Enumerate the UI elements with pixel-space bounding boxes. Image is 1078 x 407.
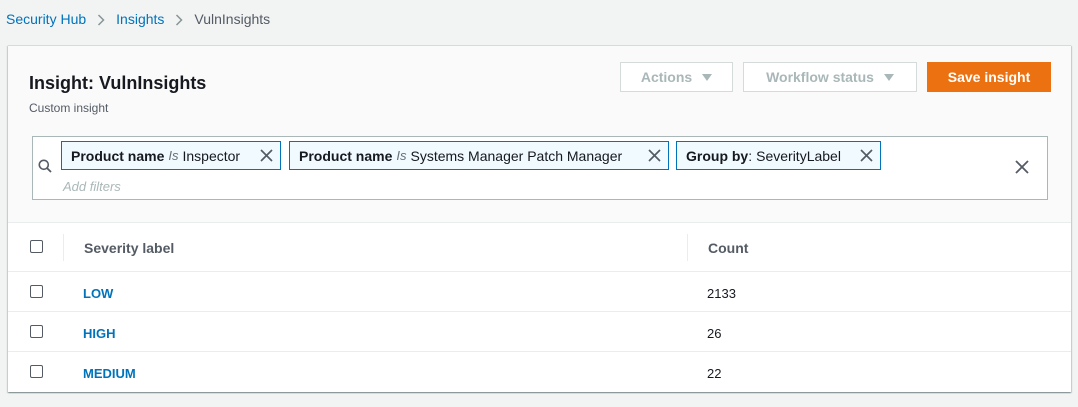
filter-token-operator: Is <box>168 148 179 163</box>
column-divider <box>687 234 688 261</box>
filter-token-value: Systems Manager Patch Manager <box>410 147 623 164</box>
filter-token-key: Product name <box>299 147 393 164</box>
filter-token-product-inspector: Product name Is Inspector <box>61 141 281 170</box>
filter-token-key: Group by <box>686 147 749 164</box>
actions-button-label: Actions <box>640 69 693 85</box>
severity-link[interactable]: MEDIUM <box>83 366 136 381</box>
table-row: LOW 2133 <box>8 272 1071 312</box>
filter-token-value: Inspector <box>182 147 241 164</box>
select-all-checkbox[interactable] <box>30 240 43 253</box>
filter-token-key: Product name <box>71 147 165 164</box>
column-header-severity[interactable]: Severity label <box>84 240 174 256</box>
chevron-right-icon <box>164 11 194 27</box>
caret-down-icon <box>702 69 713 85</box>
remove-filter-icon[interactable] <box>648 149 661 165</box>
results-table: Severity label Count LOW 2133 HIGH 26 ME… <box>8 223 1071 392</box>
row-checkbox[interactable] <box>30 325 43 338</box>
filter-token-value: SeverityLabel <box>756 147 841 164</box>
row-count: 26 <box>707 326 722 341</box>
search-icon <box>38 159 52 178</box>
workflow-status-button-label: Workflow status <box>766 69 874 85</box>
filter-token-operator: : <box>748 147 753 164</box>
row-checkbox[interactable] <box>30 285 43 298</box>
caret-down-icon <box>883 69 894 85</box>
column-divider <box>63 234 64 261</box>
remove-filter-icon[interactable] <box>860 149 873 165</box>
table-row: MEDIUM 22 <box>8 352 1071 392</box>
row-count: 2133 <box>707 286 736 301</box>
actions-button[interactable]: Actions <box>620 62 733 92</box>
chevron-right-icon <box>86 11 116 27</box>
breadcrumb-current: VulnInsights <box>194 11 271 27</box>
filter-token-product-patch-manager: Product name Is Systems Manager Patch Ma… <box>289 141 669 170</box>
breadcrumb-security-hub[interactable]: Security Hub <box>6 11 86 27</box>
save-insight-button-label: Save insight <box>947 69 1031 85</box>
page-subtitle: Custom insight <box>29 101 109 115</box>
workflow-status-button[interactable]: Workflow status <box>743 62 917 92</box>
column-header-count[interactable]: Count <box>708 240 748 256</box>
row-count: 22 <box>707 366 722 381</box>
clear-filters-icon[interactable] <box>1015 160 1029 179</box>
panel-header: Insight: VulnInsights Custom insight Act… <box>8 46 1071 223</box>
table-row: HIGH 26 <box>8 312 1071 352</box>
filter-bar[interactable]: Product name Is Inspector Product name I… <box>32 136 1048 200</box>
table-header: Severity label Count <box>8 223 1071 272</box>
breadcrumb: Security Hub Insights VulnInsights <box>6 0 270 38</box>
severity-link[interactable]: HIGH <box>83 326 116 341</box>
severity-link[interactable]: LOW <box>83 286 113 301</box>
page-title: Insight: VulnInsights <box>29 73 207 93</box>
insight-panel: Insight: VulnInsights Custom insight Act… <box>8 45 1071 392</box>
filter-token-operator: Is <box>396 148 407 163</box>
breadcrumb-insights[interactable]: Insights <box>116 11 164 27</box>
filter-token-group-by: Group by: SeverityLabel <box>676 141 881 170</box>
row-checkbox[interactable] <box>30 365 43 378</box>
remove-filter-icon[interactable] <box>260 149 273 165</box>
save-insight-button[interactable]: Save insight <box>927 62 1051 92</box>
add-filters-input[interactable]: Add filters <box>63 179 121 194</box>
